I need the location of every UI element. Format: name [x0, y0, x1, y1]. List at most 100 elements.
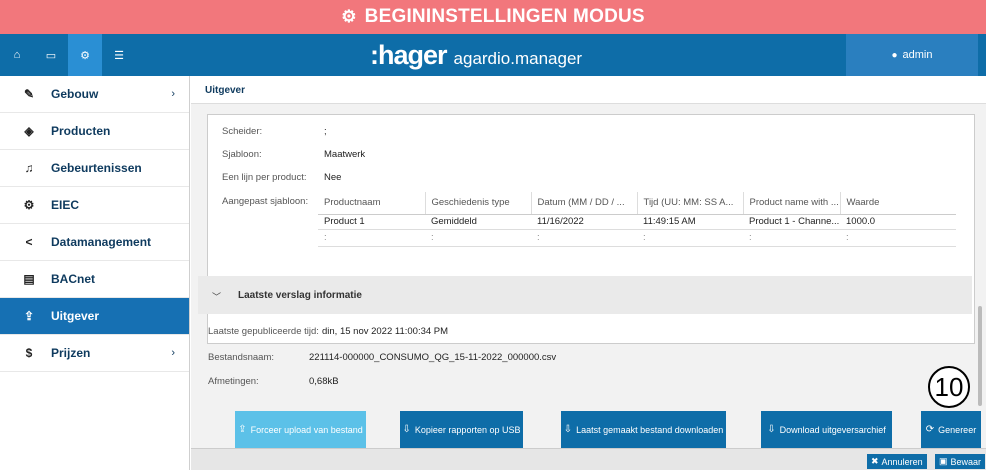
generate-button[interactable]: ⟳ Genereer	[921, 411, 981, 448]
sidebar-item-label: Uitgever	[51, 309, 100, 323]
brand-logo: :hager	[370, 40, 448, 70]
generate-label: Genereer	[938, 424, 977, 435]
download-archive-button[interactable]: ⇩ Download uitgeversarchief	[761, 411, 892, 448]
file-value: 221114-000000_CONSUMO_QG_15-11-2022_0000…	[309, 352, 557, 363]
sidebar-item-label: Producten	[51, 124, 111, 138]
sjabloon-label: Sjabloon:	[222, 149, 262, 160]
table-cell: 11:49:15 AM	[637, 214, 743, 230]
upload-icon: ⇪	[23, 309, 35, 323]
force-upload-button[interactable]: ⇪ Forceer upload van bestand	[235, 411, 366, 448]
column-header[interactable]: Waarde	[840, 192, 956, 215]
mode-banner: ⚙ BEGININSTELLINGEN MODUS	[0, 0, 986, 34]
lijn-label: Een lijn per product:	[222, 172, 307, 183]
table-cell: Gemiddeld	[425, 214, 531, 230]
gears-icon: ⚙	[341, 7, 357, 26]
table-row[interactable]: Product 1 Gemiddeld 11/16/2022 11:49:15 …	[318, 214, 956, 230]
download-last-button[interactable]: ⇩ Laatst gemaakt bestand downloaden	[561, 411, 726, 448]
step-annotation: 10	[928, 366, 970, 408]
sidebar-item-label: EIEC	[51, 198, 80, 212]
sidebar-item-datamanagement[interactable]: < Datamanagement	[0, 224, 189, 261]
user-name: admin	[902, 49, 933, 61]
page-header: Uitgever	[191, 76, 986, 104]
user-icon: ●	[891, 49, 898, 61]
app-name: agardio.manager	[453, 49, 583, 68]
user-menu-button[interactable]: ● admin	[846, 34, 978, 76]
page-title: Uitgever	[205, 85, 246, 96]
copy-usb-label: Kopieer rapporten op USB	[414, 424, 521, 435]
sidebar-item-label: Gebouw	[51, 87, 99, 101]
gears-icon[interactable]: ⚙	[68, 34, 102, 76]
sliders-icon[interactable]: ☰	[102, 34, 136, 76]
copy-usb-button[interactable]: ⇩ Kopieer rapporten op USB	[400, 411, 523, 448]
gears-icon: ⚙	[23, 198, 35, 212]
more-icon[interactable]: :	[743, 229, 840, 247]
column-header[interactable]: Datum (MM / DD / ...	[531, 192, 638, 215]
file-label: Bestandsnaam:	[208, 352, 275, 363]
app-logo: :hager agardio.manager	[370, 40, 582, 71]
monitor-icon[interactable]: ▭	[34, 34, 68, 76]
sidebar-item-label: Datamanagement	[51, 235, 152, 249]
published-value: din, 15 nov 2022 11:00:34 PM	[322, 326, 449, 337]
more-icon[interactable]: :	[637, 229, 743, 247]
cube-icon: ◈	[24, 124, 34, 138]
report-section-header[interactable]: ﹀ Laatste verslag informatie	[198, 276, 972, 314]
dollar-icon: $	[25, 346, 33, 360]
scheider-value: ;	[324, 126, 327, 137]
sidebar-item-gebouw[interactable]: ✎ Gebouw ›	[0, 76, 189, 113]
chevron-right-icon: ›	[171, 347, 175, 359]
scrollbar[interactable]	[978, 306, 982, 406]
sidebar-item-gebeurtenissen[interactable]: ♫ Gebeurtenissen	[0, 150, 189, 187]
template-table: Productnaam Geschiedenis type Datum (MM …	[318, 192, 956, 247]
scheider-label: Scheider:	[222, 126, 263, 137]
more-icon[interactable]: :	[425, 229, 531, 247]
cancel-button[interactable]: ✖ Annuleren	[867, 454, 927, 469]
wrench-icon: ✎	[23, 87, 35, 101]
cancel-label: Annuleren	[881, 456, 923, 467]
table-row[interactable]: : : : : : :	[318, 229, 956, 247]
sidebar-item-uitgever[interactable]: ⇪ Uitgever	[0, 298, 189, 335]
sidebar-item-bacnet[interactable]: ▤ BACnet	[0, 261, 189, 298]
save-icon: ▣	[939, 456, 948, 466]
download-icon: ⇩	[767, 424, 776, 435]
column-header[interactable]: Product name with ...	[743, 192, 841, 215]
upload-icon: ⇪	[238, 424, 247, 435]
sidebar-item-label: Gebeurtenissen	[51, 161, 142, 175]
more-icon[interactable]: :	[531, 229, 637, 247]
close-icon: ✖	[871, 456, 879, 466]
lijn-value: Nee	[324, 172, 342, 183]
main-content: Uitgever Scheider: ; Sjabloon: Maatwerk …	[191, 76, 986, 470]
sidebar-item-label: BACnet	[51, 272, 95, 286]
save-button[interactable]: ▣ Bewaar	[935, 454, 986, 469]
column-header[interactable]: Tijd (UU: MM: SS A...	[637, 192, 744, 215]
table-cell: 11/16/2022	[531, 214, 637, 230]
table-cell: Product 1 - Channe...	[743, 214, 840, 230]
sidebar-item-label: Prijzen	[51, 346, 91, 360]
refresh-icon: ⟳	[925, 424, 935, 435]
size-value: 0,68kB	[309, 376, 339, 387]
column-header[interactable]: Geschiedenis type	[425, 192, 532, 215]
force-upload-label: Forceer upload van bestand	[250, 424, 363, 435]
report-section-title: Laatste verslag informatie	[238, 290, 362, 301]
sidebar-item-prijzen[interactable]: $ Prijzen ›	[0, 335, 189, 372]
chevron-down-icon: ﹀	[212, 292, 222, 302]
action-bar: ✖ Annuleren ▣ Bewaar	[191, 448, 986, 470]
nav-icons: ⌂ ▭ ⚙ ☰	[0, 34, 136, 76]
mode-banner-title: BEGININSTELLINGEN MODUS	[364, 6, 645, 27]
home-icon[interactable]: ⌂	[0, 34, 34, 76]
download-archive-label: Download uitgeversarchief	[779, 424, 886, 435]
table-cell: 1000.0	[840, 214, 956, 230]
download-icon: ⇩	[402, 424, 411, 435]
save-label: Bewaar	[950, 456, 982, 467]
sidebar: ✎ Gebouw › ◈ Producten ♫ Gebeurtenissen …	[0, 76, 190, 470]
more-icon[interactable]: :	[318, 229, 425, 247]
top-navbar: ⌂ ▭ ⚙ ☰ :hager agardio.manager ● admin	[0, 34, 986, 76]
server-icon: ▤	[23, 272, 35, 286]
sjabloon-value: Maatwerk	[324, 149, 366, 160]
sidebar-item-producten[interactable]: ◈ Producten	[0, 113, 189, 150]
download-icon: ⇩	[563, 424, 573, 435]
sidebar-item-eiec[interactable]: ⚙ EIEC	[0, 187, 189, 224]
more-icon[interactable]: :	[840, 229, 956, 247]
published-label: Laatste gepubliceerde tijd:	[208, 326, 319, 337]
column-header[interactable]: Productnaam	[318, 192, 426, 215]
share-icon: <	[25, 235, 33, 249]
